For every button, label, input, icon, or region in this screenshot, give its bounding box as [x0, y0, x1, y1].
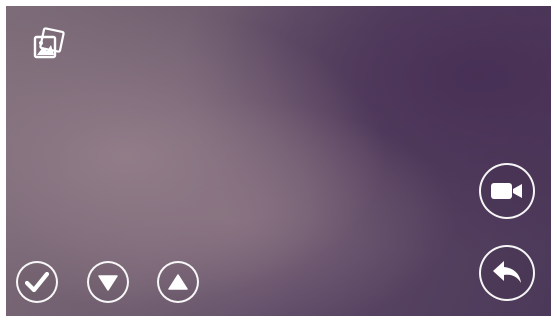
gallery-button[interactable]	[30, 26, 68, 64]
record-video-button[interactable]	[479, 163, 535, 219]
gallery-icon	[33, 27, 65, 59]
triangle-up-icon	[168, 273, 188, 290]
back-button[interactable]	[479, 245, 535, 301]
video-camera-icon	[491, 183, 522, 199]
scroll-down-button[interactable]	[87, 261, 129, 303]
triangle-down-icon	[98, 274, 118, 291]
scroll-up-button[interactable]	[157, 261, 199, 303]
camera-screen	[6, 6, 551, 316]
confirm-button[interactable]	[16, 261, 58, 303]
checkmark-icon	[25, 272, 49, 292]
back-arrow-icon	[493, 261, 521, 283]
